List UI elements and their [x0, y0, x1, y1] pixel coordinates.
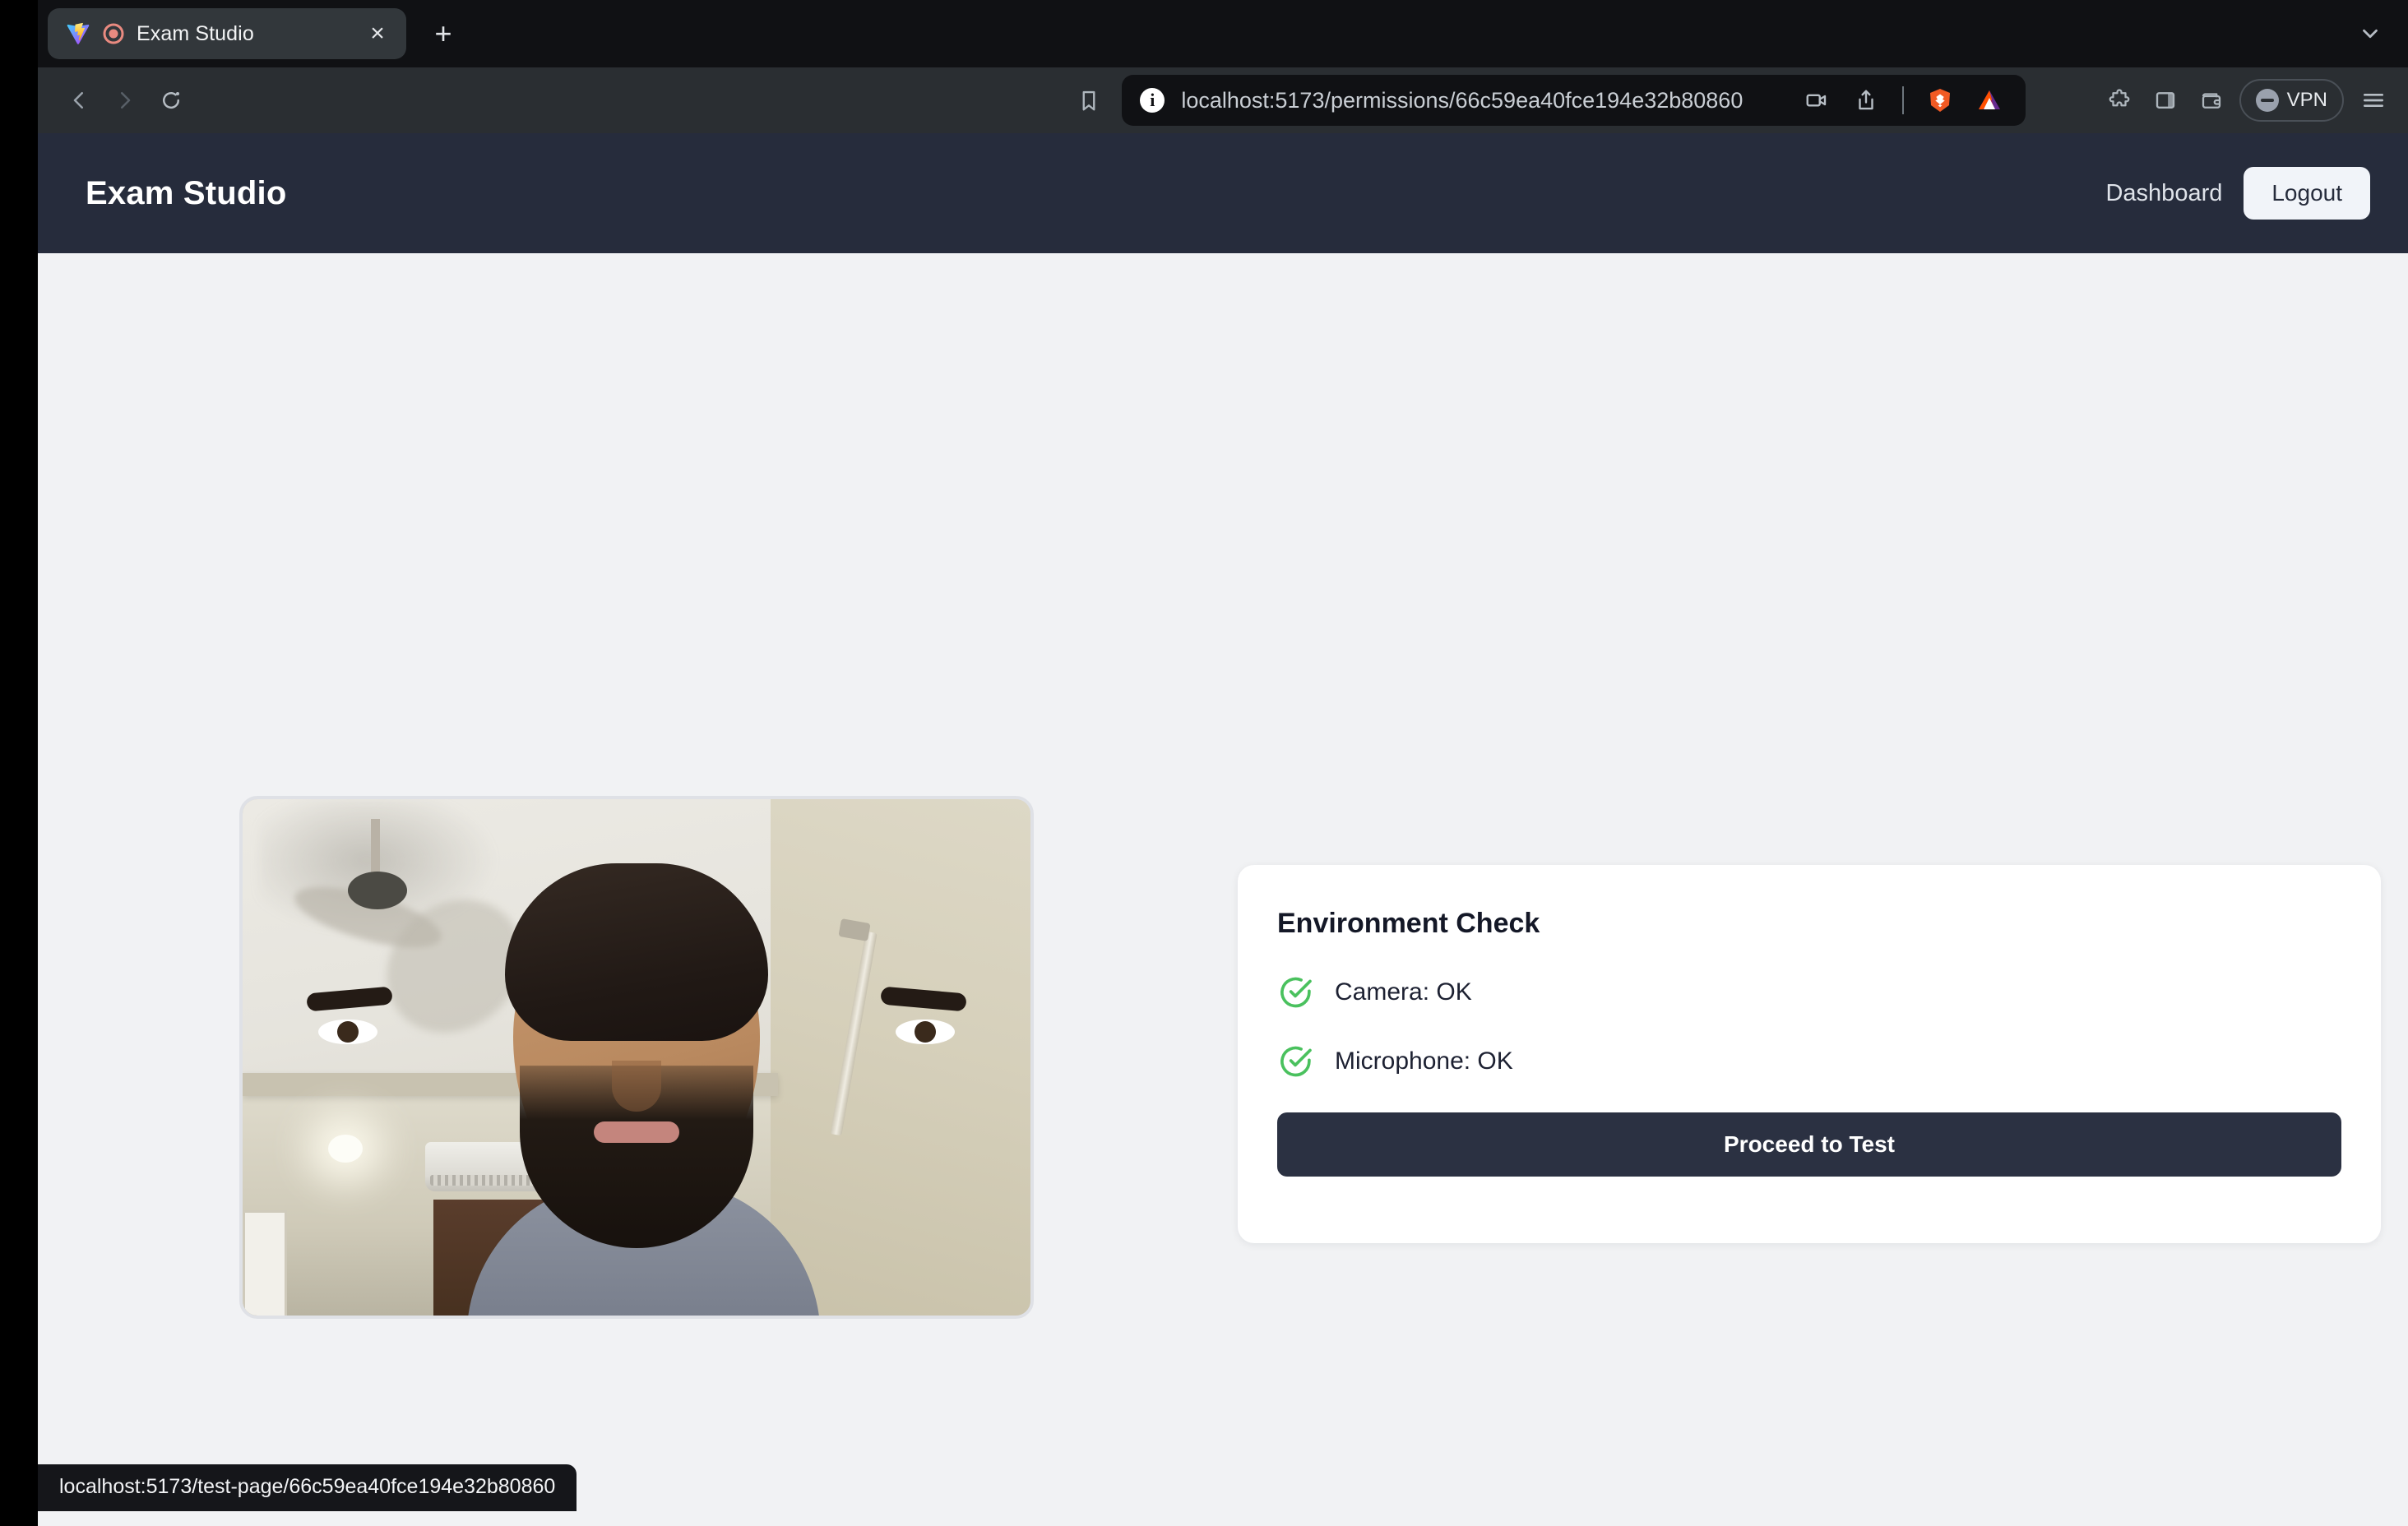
reload-icon[interactable] — [148, 77, 194, 123]
video-person — [243, 799, 1030, 1316]
tab-strip: Exam Studio × + — [38, 0, 2408, 67]
browser-toolbar: i localhost:5173/permissions/66c59ea40fc… — [38, 67, 2408, 133]
toolbar-divider — [1901, 86, 1904, 114]
check-label: Microphone: OK — [1335, 1047, 1513, 1075]
tab-title: Exam Studio — [137, 21, 254, 45]
proceed-to-test-button[interactable]: Proceed to Test — [1277, 1112, 2341, 1177]
vpn-status-icon — [2255, 89, 2279, 112]
sidepanel-icon[interactable] — [2142, 77, 2188, 123]
person-eyebrow — [880, 986, 967, 1012]
person-eye — [318, 1020, 377, 1044]
app-header: Exam Studio Dashboard Logout — [38, 133, 2408, 253]
page-title: Exam Studio — [86, 174, 287, 211]
puzzle-piece-icon[interactable] — [2096, 77, 2142, 123]
bookmark-icon[interactable] — [1066, 77, 1112, 123]
page-viewport: Exam Studio Dashboard Logout Environment… — [38, 133, 2408, 1526]
brave-lion-icon[interactable] — [1917, 77, 1963, 123]
forward-arrow-icon — [102, 77, 148, 123]
check-circle-icon — [1277, 974, 1313, 1010]
vpn-button[interactable]: VPN — [2239, 79, 2345, 122]
close-icon[interactable]: × — [364, 20, 391, 48]
check-row-camera: Camera: OK — [1277, 974, 2341, 1010]
dashboard-link[interactable]: Dashboard — [2105, 180, 2222, 207]
url-bar[interactable]: i localhost:5173/permissions/66c59ea40fc… — [1122, 75, 2026, 126]
check-circle-icon — [1277, 1043, 1313, 1080]
vite-logo-icon — [66, 21, 90, 46]
browser-window: Exam Studio × + i localhost:5173/permiss… — [38, 0, 2408, 1526]
browser-tab[interactable]: Exam Studio × — [48, 8, 406, 59]
webcam-preview — [239, 796, 1034, 1319]
chevron-down-icon[interactable] — [2352, 16, 2388, 52]
vpn-label: VPN — [2286, 89, 2328, 111]
back-arrow-icon[interactable] — [56, 77, 102, 123]
person-hair — [505, 863, 768, 1041]
hamburger-menu-icon[interactable] — [2350, 77, 2396, 123]
status-bar-url: localhost:5173/test-page/66c59ea40fce194… — [38, 1464, 577, 1511]
header-nav: Dashboard Logout — [2105, 167, 2370, 220]
card-title: Environment Check — [1277, 908, 1540, 939]
brave-bat-triangle-icon[interactable] — [1966, 77, 2012, 123]
wallet-icon[interactable] — [2188, 77, 2234, 123]
check-label: Camera: OK — [1335, 978, 1472, 1006]
environment-check-card: Environment Check Camera: OK Microphone:… — [1238, 865, 2381, 1243]
site-info-icon[interactable]: i — [1140, 88, 1165, 113]
video-camera-icon[interactable] — [1794, 77, 1840, 123]
person-eyebrow — [306, 986, 393, 1012]
person-eye — [896, 1020, 955, 1044]
url-text: localhost:5173/permissions/66c59ea40fce1… — [1181, 87, 1743, 113]
share-upload-icon[interactable] — [1843, 77, 1889, 123]
new-tab-button[interactable]: + — [424, 15, 462, 53]
person-mouth — [594, 1121, 679, 1143]
camera-recording-icon — [102, 22, 125, 45]
logout-button[interactable]: Logout — [2244, 167, 2370, 220]
check-row-microphone: Microphone: OK — [1277, 1043, 2341, 1080]
person-nose — [612, 1061, 661, 1112]
content-area: Environment Check Camera: OK Microphone:… — [38, 253, 2408, 1526]
